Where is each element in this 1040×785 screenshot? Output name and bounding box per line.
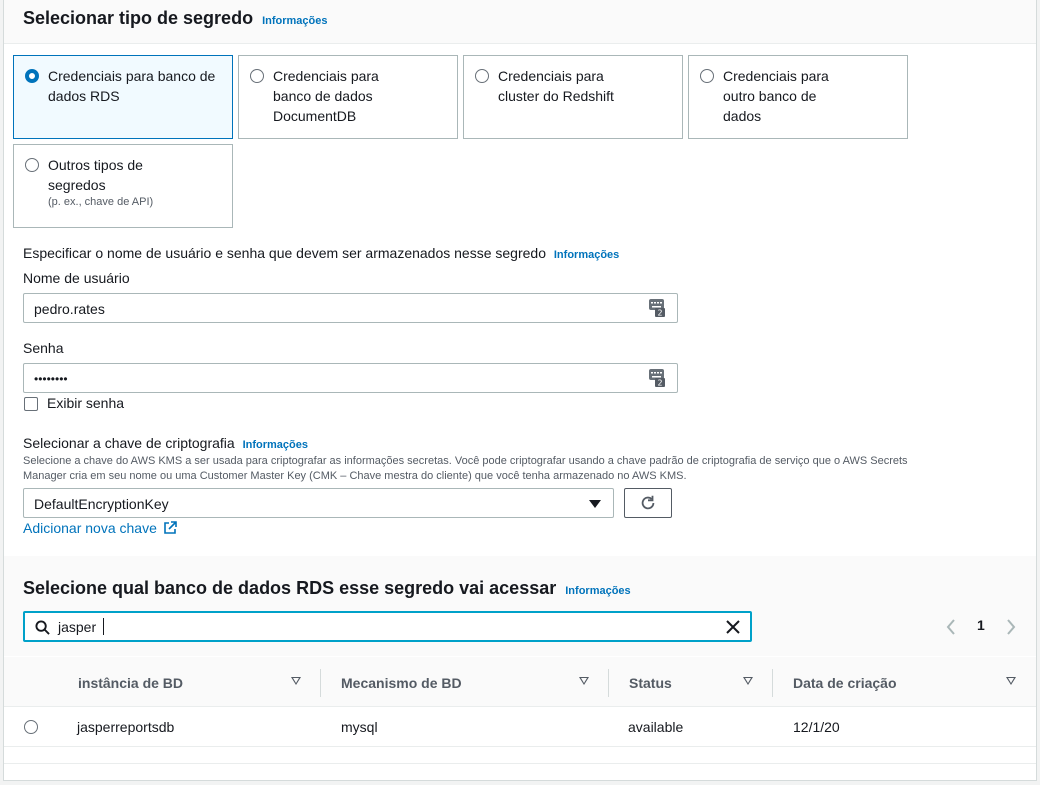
row-radio[interactable] xyxy=(24,720,38,734)
column-header-status[interactable]: Status xyxy=(629,675,672,691)
database-section-title: Selecione qual banco de dados RDS esse s… xyxy=(23,578,631,599)
keyboard-icon[interactable]: 2 xyxy=(649,299,665,317)
secret-type-title: Selecionar tipo de segredo xyxy=(23,8,254,28)
section-title: Selecionar tipo de segredo Informações xyxy=(23,8,328,29)
info-link[interactable]: Informações xyxy=(243,439,308,451)
chevron-left-icon[interactable] xyxy=(946,619,956,635)
tile-other-secret-types[interactable]: Outros tipos de segredos (p. ex., chave … xyxy=(13,144,233,228)
table-row[interactable]: jasperreportsdb mysql available 12/1/20 xyxy=(4,707,1036,747)
tile-rds-credentials[interactable]: Credenciais para banco de dados RDS xyxy=(13,55,233,139)
add-key-link[interactable]: Adicionar nova chave xyxy=(23,520,177,536)
close-icon[interactable] xyxy=(726,620,740,634)
username-field[interactable]: pedro.rates 2 xyxy=(23,293,678,323)
radio-redshift[interactable] xyxy=(475,69,489,83)
column-header-created[interactable]: Data de criação xyxy=(793,675,897,691)
table-footer-divider xyxy=(4,763,1036,764)
sort-icon[interactable] xyxy=(743,677,753,685)
username-label: Nome de usuário xyxy=(23,270,130,286)
search-input[interactable]: jasper xyxy=(23,611,752,642)
radio-rds[interactable] xyxy=(25,69,39,83)
password-value: •••••••• xyxy=(34,372,68,386)
caret-down-icon xyxy=(589,500,601,508)
credentials-heading: Especificar o nome de usuário e senha qu… xyxy=(23,245,619,261)
tile-documentdb-credentials[interactable]: Credenciais para banco de dados Document… xyxy=(238,55,458,139)
tile-label: Credenciais para banco de dados RDS xyxy=(48,68,216,104)
add-key-link-text: Adicionar nova chave xyxy=(23,520,157,536)
search-value: jasper xyxy=(58,619,97,635)
cell-created: 12/1/20 xyxy=(793,719,840,735)
sort-icon[interactable] xyxy=(291,677,301,685)
search-icon xyxy=(35,620,50,635)
radio-other-db[interactable] xyxy=(700,69,714,83)
password-field[interactable]: •••••••• 2 xyxy=(23,363,678,393)
credentials-heading-text: Especificar o nome de usuário e senha qu… xyxy=(23,245,546,261)
refresh-icon xyxy=(641,495,655,510)
encryption-heading: Selecionar a chave de criptografia Infor… xyxy=(23,435,308,451)
column-header-instance[interactable]: instância de BD xyxy=(78,675,183,691)
encryption-description: Selecione a chave do AWS KMS a ser usada… xyxy=(23,455,908,467)
encryption-description-2: Manager cria em seu nome ou uma Customer… xyxy=(23,470,687,482)
column-header-engine[interactable]: Mecanismo de BD xyxy=(341,675,462,691)
chevron-right-icon[interactable] xyxy=(1006,619,1016,635)
secret-panel: Selecionar tipo de segredo Informações C… xyxy=(3,0,1037,781)
section-header: Selecionar tipo de segredo Informações xyxy=(4,0,1036,44)
page-number[interactable]: 1 xyxy=(977,617,985,633)
external-link-icon xyxy=(163,521,177,534)
cell-status: available xyxy=(628,719,684,735)
tile-other-db-credentials[interactable]: Credenciais para outro banco de dados xyxy=(688,55,908,139)
table-header: instância de BD Mecanismo de BD Status D… xyxy=(4,657,1036,707)
password-label: Senha xyxy=(23,340,64,356)
column-divider[interactable] xyxy=(320,669,321,697)
cell-instance: jasperreportsdb xyxy=(77,719,175,735)
text-cursor xyxy=(103,618,104,635)
tile-label: Credenciais para outro banco de dados xyxy=(723,68,829,124)
cell-engine: mysql xyxy=(341,719,378,735)
username-value: pedro.rates xyxy=(34,301,105,317)
info-link[interactable]: Informações xyxy=(262,15,327,27)
column-divider[interactable] xyxy=(772,669,773,697)
refresh-button[interactable] xyxy=(624,488,672,518)
sort-icon[interactable] xyxy=(1006,677,1016,685)
encryption-key-value: DefaultEncryptionKey xyxy=(34,496,169,512)
show-password-checkbox[interactable] xyxy=(24,397,38,411)
database-title: Selecione qual banco de dados RDS esse s… xyxy=(23,578,557,598)
keyboard-icon[interactable]: 2 xyxy=(649,369,665,387)
tile-label: Credenciais para banco de dados Document… xyxy=(273,68,379,124)
tile-description: (p. ex., chave de API) xyxy=(48,196,154,208)
tile-redshift-credentials[interactable]: Credenciais para cluster do Redshift xyxy=(463,55,683,139)
show-password-label: Exibir senha xyxy=(47,395,125,411)
column-divider[interactable] xyxy=(608,669,609,697)
info-link[interactable]: Informações xyxy=(554,249,619,261)
encryption-label: Selecionar a chave de criptografia xyxy=(23,435,235,451)
tile-label: Credenciais para cluster do Redshift xyxy=(498,68,614,104)
encryption-key-select[interactable]: DefaultEncryptionKey xyxy=(23,488,614,518)
svg-text:2: 2 xyxy=(657,379,662,388)
tile-label: Outros tipos de segredos xyxy=(48,157,143,193)
radio-documentdb[interactable] xyxy=(250,69,264,83)
sort-icon[interactable] xyxy=(579,677,589,685)
svg-text:2: 2 xyxy=(657,309,662,318)
radio-other-types[interactable] xyxy=(25,158,39,172)
info-link[interactable]: Informações xyxy=(565,585,630,597)
